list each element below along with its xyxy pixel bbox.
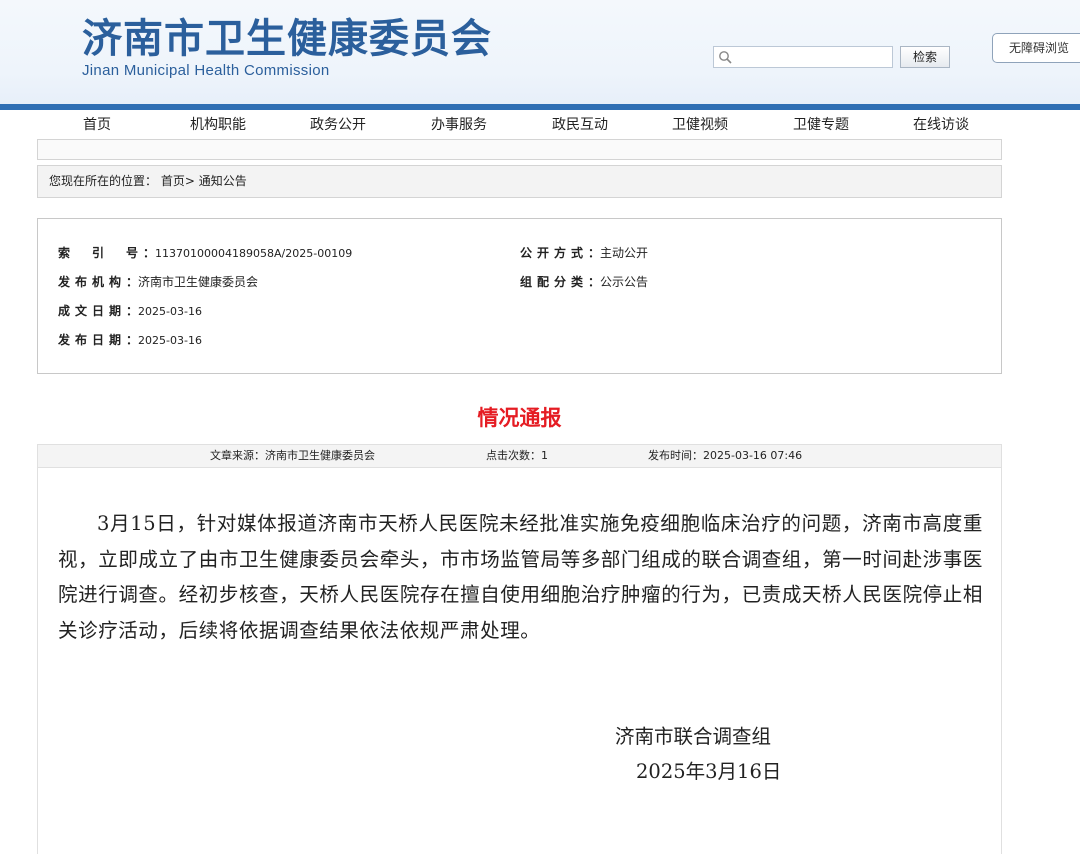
nav-item-gov-info[interactable]: 政务公开 <box>288 112 388 138</box>
breadcrumb-separator: > <box>184 174 195 188</box>
nav-item-home[interactable]: 首页 <box>47 112 147 138</box>
search-input[interactable] <box>713 46 893 68</box>
nav-item-services[interactable]: 办事服务 <box>409 112 509 138</box>
site-title[interactable]: 济南市卫生健康委员会 <box>82 14 492 64</box>
article-body: 3月15日，针对媒体报道济南市天桥人民医院未经批准实施免疫细胞临床治疗的问题，济… <box>58 512 983 642</box>
article-source-value: 济南市卫生健康委员会 <box>265 449 375 462</box>
meta-index-label: 索 引 号 <box>58 246 144 260</box>
article-clicks-value: 1 <box>541 449 548 462</box>
meta-created-label: 成文日期 <box>58 304 127 318</box>
article-signature: 济南市联合调查组 <box>615 725 772 748</box>
meta-mode: 公开方式：主动公开 <box>520 246 649 260</box>
article-content: 3月15日，针对媒体报道济南市天桥人民医院未经批准实施免疫细胞临床治疗的问题，济… <box>37 468 1002 854</box>
meta-created: 成文日期：2025-03-16 <box>58 304 202 318</box>
meta-publisher-label: 发布机构 <box>58 275 127 289</box>
article-sign-date: 2025年3月16日 <box>636 760 782 783</box>
header-divider <box>0 104 1080 110</box>
meta-publisher: 发布机构：济南市卫生健康委员会 <box>58 275 259 289</box>
article-time: 发布时间：2025-03-16 07:46 <box>648 449 803 462</box>
meta-published: 发布日期：2025-03-16 <box>58 333 202 347</box>
breadcrumb: 您现在所在的位置： 首页> 通知公告 <box>37 165 1002 198</box>
meta-category-label: 组配分类 <box>520 275 589 289</box>
article-title: 情况通报 <box>477 405 562 430</box>
accessibility-button[interactable]: 无障碍浏览 <box>992 33 1080 63</box>
main-nav: 首页 机构职能 政务公开 办事服务 政民互动 卫健视频 卫健专题 在线访谈 <box>37 112 1002 138</box>
search-button[interactable]: 检索 <box>900 46 950 68</box>
meta-published-value: 2025-03-16 <box>138 334 202 347</box>
breadcrumb-prefix: 您现在所在的位置： <box>49 174 158 188</box>
meta-category: 组配分类：公示公告 <box>520 275 649 289</box>
meta-mode-value: 主动公开 <box>600 246 649 260</box>
meta-mode-label: 公开方式 <box>520 246 589 260</box>
article-source: 文章来源：济南市卫生健康委员会 <box>210 449 375 462</box>
site-subtitle: Jinan Municipal Health Commission <box>82 62 330 79</box>
nav-item-functions[interactable]: 机构职能 <box>168 112 268 138</box>
meta-index: 索 引 号：11370100004189058A/2025-00109 <box>58 246 353 260</box>
meta-published-label: 发布日期 <box>58 333 127 347</box>
meta-index-value: 11370100004189058A/2025-00109 <box>155 247 353 260</box>
sub-nav-strip <box>37 139 1002 160</box>
article-clicks: 点击次数：1 <box>486 449 548 462</box>
breadcrumb-current-link[interactable]: 通知公告 <box>199 174 247 188</box>
site-header: 济南市卫生健康委员会 Jinan Municipal Health Commis… <box>0 0 1080 104</box>
document-meta-box: 索 引 号：11370100004189058A/2025-00109 发布机构… <box>37 218 1002 374</box>
meta-created-value: 2025-03-16 <box>138 305 202 318</box>
nav-item-topics[interactable]: 卫健专题 <box>771 112 871 138</box>
meta-category-value: 公示公告 <box>600 275 649 289</box>
article-time-value: 2025-03-16 07:46 <box>703 449 803 462</box>
nav-item-interviews[interactable]: 在线访谈 <box>891 112 991 138</box>
breadcrumb-home-link[interactable]: 首页 <box>161 174 185 188</box>
meta-publisher-value: 济南市卫生健康委员会 <box>138 275 259 289</box>
nav-item-video[interactable]: 卫健视频 <box>650 112 750 138</box>
nav-item-interaction[interactable]: 政民互动 <box>530 112 630 138</box>
search-icon <box>719 51 732 64</box>
article-info-bar: 文章来源：济南市卫生健康委员会 点击次数：1 发布时间：2025-03-16 0… <box>37 444 1002 468</box>
